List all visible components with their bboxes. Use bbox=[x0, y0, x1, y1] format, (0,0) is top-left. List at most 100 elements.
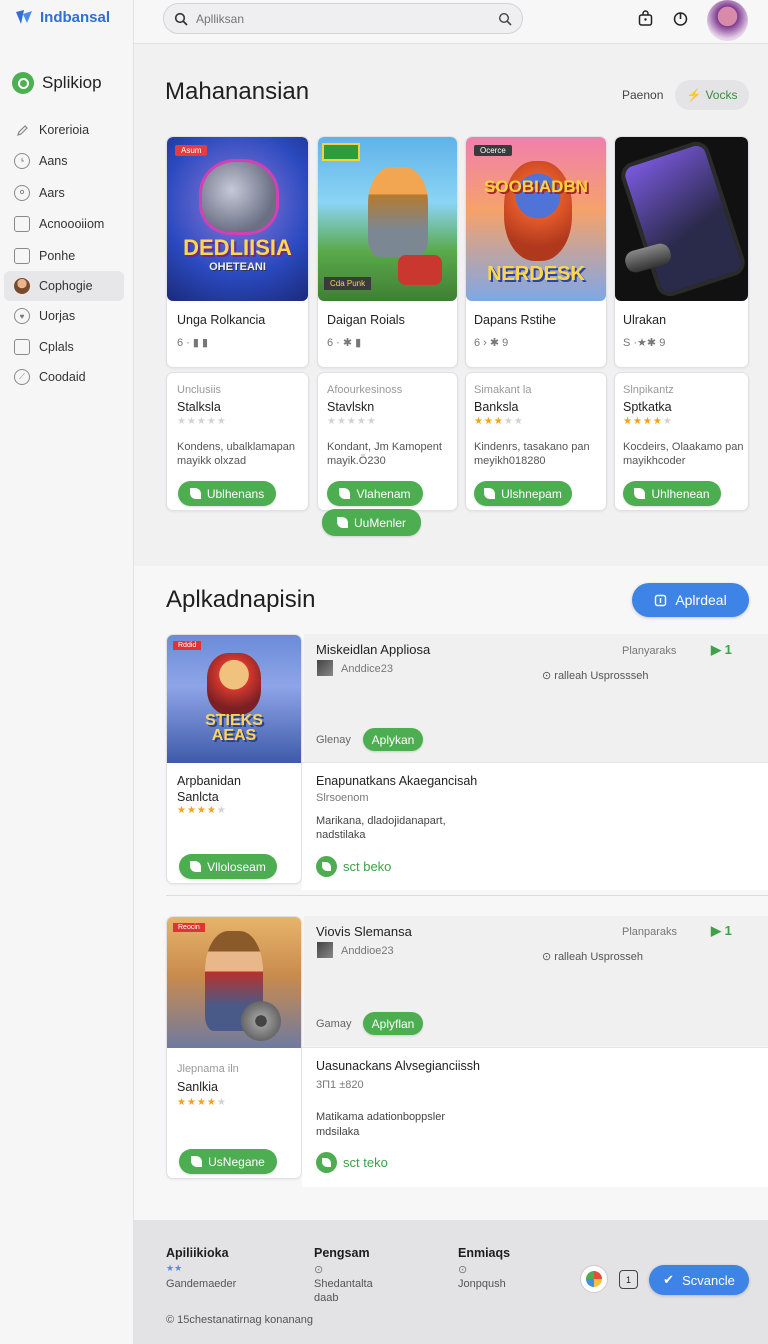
footer-link[interactable]: daab bbox=[314, 1292, 338, 1304]
search-submit-icon[interactable] bbox=[498, 12, 512, 26]
bag-icon[interactable] bbox=[635, 8, 655, 28]
game-thumbnail: Cda Punk bbox=[318, 137, 457, 301]
link-label: sct beko bbox=[343, 859, 392, 874]
apps-action-button[interactable]: Aplrdeal bbox=[632, 583, 749, 617]
footer-link[interactable]: Shedantalta bbox=[314, 1278, 373, 1290]
sidebar-item-coodaid[interactable]: ⟋ Coodaid bbox=[4, 362, 124, 392]
footer-action-button[interactable]: ✔ Scvancle bbox=[649, 1265, 749, 1295]
entry-developer: Anddioe23 bbox=[341, 945, 394, 957]
card-title: Unga Rolkancia bbox=[177, 313, 266, 327]
user-icon bbox=[14, 185, 30, 201]
entry-action-button[interactable]: Vlloloseam bbox=[179, 854, 277, 879]
card-description: Kocdeirs, Olaakamo pan bbox=[623, 441, 744, 453]
character-art bbox=[207, 653, 261, 715]
button-label: Ublhenans bbox=[206, 486, 265, 501]
power-icon[interactable] bbox=[670, 8, 690, 28]
leaf-icon bbox=[484, 488, 496, 499]
card-title: Stavlskn bbox=[327, 400, 375, 414]
entry-progress: ⊙ ralleah Usprossseh bbox=[542, 669, 648, 682]
footer-copyright: © 15chestanatirnag konanang bbox=[166, 1314, 313, 1326]
footer-link[interactable]: Gandemaeder bbox=[166, 1278, 236, 1290]
compass-icon: ⟋ bbox=[14, 369, 30, 385]
sidebar-item-label: Korerioia bbox=[39, 123, 90, 137]
progress-text: ralleah Usprosseh bbox=[554, 951, 643, 963]
entry-title: Viovis Slemansa bbox=[316, 924, 412, 939]
app-name: Indbansal bbox=[40, 8, 111, 26]
entry-link[interactable]: sct teko bbox=[316, 1152, 388, 1173]
mascot-art bbox=[199, 159, 279, 235]
sidebar-item-korerioia[interactable]: Korerioia bbox=[4, 115, 124, 145]
featured-card[interactable]: Ulrakan S ·★✱ 9 bbox=[614, 136, 749, 368]
leaf-icon bbox=[634, 488, 646, 499]
sidebar-item-cplals[interactable]: Cplals bbox=[4, 332, 124, 362]
play-count-icon: ▶ 1 bbox=[711, 923, 732, 938]
calendar-icon[interactable]: 1 bbox=[619, 1270, 638, 1289]
card-description: mayikhcoder bbox=[623, 455, 686, 467]
card-title: Ulrakan bbox=[623, 313, 667, 327]
extra-action-button[interactable]: UuMenler bbox=[322, 509, 421, 536]
card-action-button[interactable]: Vlahenam bbox=[327, 481, 423, 506]
entry-description: Matikama adationboppsler bbox=[316, 1111, 446, 1123]
footer-info-icon: ⊙ bbox=[458, 1264, 468, 1276]
featured-detail-card[interactable]: Unclusiis Stalksla ★★★★★ Kondens, ubalkl… bbox=[166, 372, 309, 511]
leaf-icon bbox=[190, 861, 202, 872]
sidebar-item-label: Cophogie bbox=[39, 279, 93, 293]
featured-card[interactable]: Asum DEDLIISIA OHETEANI Unga Rolkancia 6… bbox=[166, 136, 309, 368]
entry-subtitle: Jlepnama iln bbox=[177, 1063, 239, 1075]
card-action-button[interactable]: Ublhenans bbox=[178, 481, 276, 506]
sidebar-item-aars[interactable]: Aars bbox=[4, 178, 124, 208]
leaf-icon bbox=[191, 1156, 203, 1167]
card-action-button[interactable]: Ulshnepam bbox=[474, 481, 572, 506]
featured-card[interactable]: Ocerce SOOBIADBN NERDESK Dapans Rstihe 6… bbox=[465, 136, 607, 368]
play-count-icon: ▶ 1 bbox=[711, 642, 732, 657]
card-subtitle: Unclusiis bbox=[177, 384, 222, 396]
sidebar-item-uorjas[interactable]: ♥ Uorjas bbox=[4, 301, 124, 331]
featured-card[interactable]: Cda Punk Daigan Roials 6 · ✱ ▮ bbox=[317, 136, 458, 368]
sidebar-item-aans[interactable]: Aans bbox=[4, 146, 124, 176]
featured-detail-card[interactable]: Simakant la Banksla ★★★★★ Kindenrs, tasa… bbox=[465, 372, 607, 511]
divider bbox=[166, 895, 768, 896]
entry-description: Marikana, dladojidanapart, bbox=[316, 815, 446, 827]
app-logo[interactable]: Indbansal bbox=[14, 8, 110, 26]
sidebar-item-acnoooiiom[interactable]: Acnoooiiom bbox=[4, 209, 124, 239]
entry-description-sub: 3Π1 ±820 bbox=[316, 1079, 364, 1091]
entry-tag-button[interactable]: Aplyflan bbox=[363, 1012, 423, 1035]
entry-description: nadstilaka bbox=[316, 829, 366, 841]
button-label: Aplyflan bbox=[371, 1016, 415, 1031]
card-meta: S ·★✱ 9 bbox=[623, 337, 666, 349]
filter-button[interactable]: ⚡ Vocks bbox=[675, 80, 749, 110]
search-bar[interactable] bbox=[163, 3, 523, 34]
entry-description: mdsilaka bbox=[316, 1126, 360, 1138]
entry-tag-button[interactable]: Aplykan bbox=[363, 728, 423, 751]
card-title: Sptkatka bbox=[623, 400, 672, 414]
card-meta: 6 › ✱ 9 bbox=[474, 337, 509, 349]
user-avatar[interactable] bbox=[707, 0, 748, 41]
entry-link[interactable]: sct beko bbox=[316, 856, 391, 877]
search-input[interactable] bbox=[196, 11, 490, 26]
globe-icon bbox=[586, 1271, 602, 1287]
featured-detail-card[interactable]: Slnpikantz Sptkatka ★★★★★ Kocdeirs, Olaa… bbox=[614, 372, 749, 511]
art-subtitle: OHETEANI bbox=[209, 261, 266, 273]
card-title: Daigan Roials bbox=[327, 313, 405, 327]
leaf-icon bbox=[316, 1152, 337, 1173]
entry-action-button[interactable]: UsNegane bbox=[179, 1149, 277, 1174]
featured-detail-card[interactable]: Afoourkesinoss Stavlskn ★★★★★ Kondant, J… bbox=[317, 372, 458, 511]
entry-description-sub: Slrsoenom bbox=[316, 792, 369, 804]
filter-label[interactable]: Paenon bbox=[622, 88, 663, 102]
sidebar-item-ponhe[interactable]: Ponhe bbox=[4, 241, 124, 271]
sidebar-item-label: Ponhe bbox=[39, 249, 76, 263]
entry-tag-label: Gamay bbox=[316, 1018, 352, 1030]
sidebar-item-label: Aars bbox=[39, 186, 65, 200]
entry-name: Arpbanidan bbox=[177, 774, 241, 788]
app-entry-card[interactable]: Reocin Jlepnama iln Sanlkia ★★★★★ UsNega… bbox=[166, 916, 302, 1179]
language-icon[interactable] bbox=[580, 1265, 608, 1293]
art-title: SOOBIADBN bbox=[484, 177, 588, 196]
card-action-button[interactable]: Uhlhenean bbox=[623, 481, 721, 506]
sidebar-brand[interactable]: Splikiop bbox=[12, 72, 102, 94]
rating-stars: ★★★★★ bbox=[177, 805, 227, 816]
heart-icon: ♥ bbox=[14, 308, 30, 324]
lightning-icon: ⚡ bbox=[686, 88, 702, 102]
footer-link[interactable]: Jonpqush bbox=[458, 1278, 506, 1290]
app-entry-card[interactable]: Rddid STIEKS AEAS Arpbanidan Sanlcta ★★★… bbox=[166, 634, 302, 884]
sidebar-item-cophogie[interactable]: Cophogie bbox=[4, 271, 124, 301]
